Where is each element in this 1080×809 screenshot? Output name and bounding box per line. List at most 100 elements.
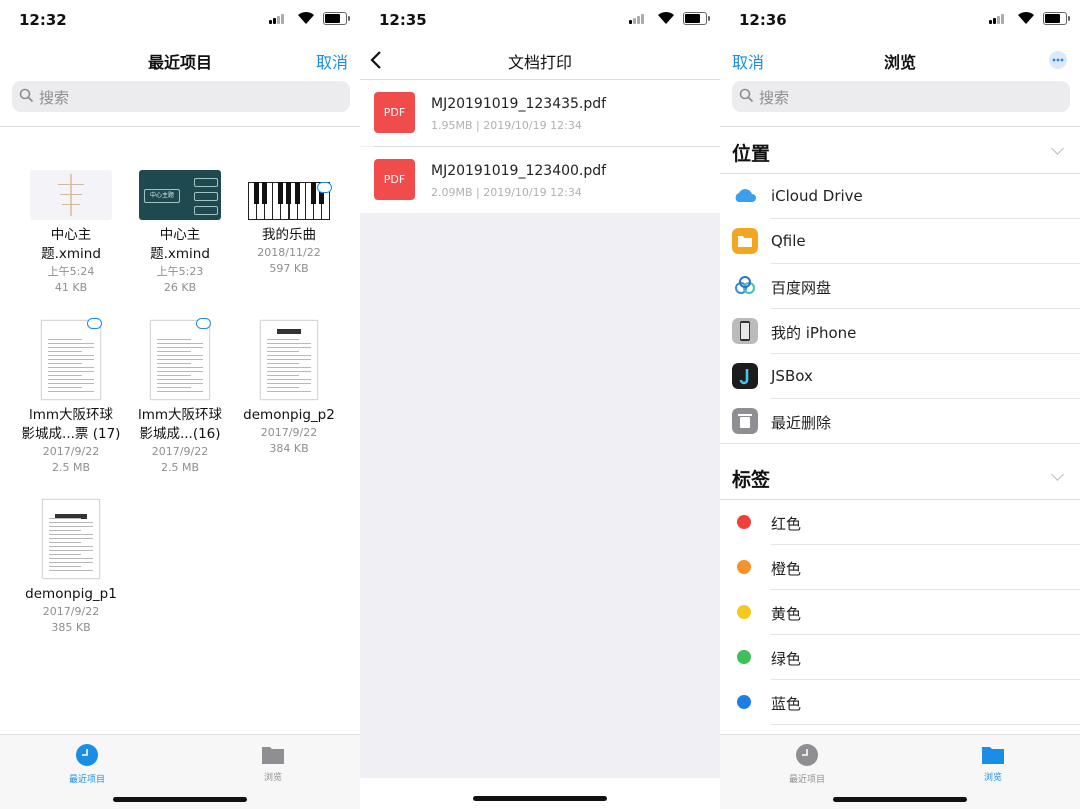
- wifi-icon: [1018, 11, 1034, 24]
- text-line: [267, 367, 311, 368]
- text-line: [267, 355, 311, 356]
- file-item[interactable]: 我的乐曲 2018/11/22 597 KB: [234, 170, 344, 277]
- text-line: [157, 379, 203, 380]
- icloud-download-icon: [196, 318, 211, 329]
- tab-recents[interactable]: 最近项目: [757, 743, 857, 785]
- bottom-area: [360, 778, 720, 809]
- file-name: lmm大阪环球 影城成...(16): [137, 407, 223, 442]
- text-line: [48, 351, 82, 352]
- location-jsbox[interactable]: JSBox: [720, 354, 1080, 399]
- tab-recents[interactable]: 最近项目: [37, 743, 137, 785]
- text-line: [267, 363, 299, 364]
- folder-screen: 12:35 文档打印 PDF MJ20191019_123435.pdf 1.9…: [360, 0, 720, 809]
- cellular-signal-icon: [989, 14, 1004, 24]
- tab-browse[interactable]: 浏览: [943, 743, 1043, 783]
- folder-icon: [982, 747, 1004, 764]
- status-time: 12:36: [739, 11, 787, 29]
- home-indicator: [473, 796, 607, 801]
- battery-icon: [683, 12, 710, 25]
- file-item[interactable]: demonpig_p2 2017/9/22 384 KB: [234, 320, 344, 457]
- tab-bar: 最近项目 浏览: [720, 734, 1080, 809]
- search-input[interactable]: 搜索: [732, 81, 1070, 112]
- file-item[interactable]: lmm大阪环球 影城成...票 (17) 2017/9/22 2.5 MB: [16, 318, 126, 476]
- text-line: [49, 554, 81, 555]
- search-input[interactable]: 搜索: [12, 81, 350, 112]
- text-line: [49, 570, 93, 571]
- wifi-icon: [658, 11, 674, 24]
- tag-blue[interactable]: 蓝色: [720, 680, 1080, 725]
- page-title: 最近项目: [147, 53, 212, 72]
- text-line: [49, 534, 93, 535]
- text-line: [49, 558, 93, 559]
- text-line: [267, 351, 299, 352]
- tab-browse[interactable]: 浏览: [223, 743, 323, 783]
- file-item[interactable]: demonpig_p1 2017/9/22 385 KB: [16, 499, 126, 636]
- file-size: 2.5 MB: [160, 461, 200, 474]
- location-my-iphone[interactable]: 我的 iPhone: [720, 309, 1080, 354]
- file-size: 385 KB: [51, 621, 91, 634]
- file-size: 384 KB: [269, 442, 309, 455]
- text-line: [48, 379, 94, 380]
- text-line: [157, 339, 191, 340]
- location-baidu-netdisk[interactable]: 百度网盘: [720, 264, 1080, 309]
- tag-green[interactable]: 绿色: [720, 635, 1080, 680]
- file-item[interactable]: 中心主题 中心主 题.xmind 上午5:23 26 KB: [125, 170, 235, 296]
- status-bar: 12:32: [0, 0, 360, 38]
- text-line: [157, 371, 203, 372]
- page-title: 浏览: [883, 53, 916, 72]
- tag-yellow[interactable]: 黄色: [720, 590, 1080, 635]
- file-item[interactable]: lmm大阪环球 影城成...(16) 2017/9/22 2.5 MB: [125, 318, 235, 476]
- location-icloud-drive[interactable]: iCloud Drive: [720, 174, 1080, 219]
- text-line: [49, 542, 81, 543]
- file-name: 中心主 题.xmind: [41, 227, 101, 262]
- location-qfile[interactable]: Qfile: [720, 219, 1080, 264]
- tab-label: 浏览: [263, 773, 282, 783]
- mindmap-thumbnail: [30, 170, 112, 220]
- file-date: 2017/9/22: [151, 445, 209, 458]
- file-item[interactable]: 中心主 题.xmind 上午5:24 41 KB: [16, 170, 126, 296]
- document-thumbnail: [42, 499, 100, 579]
- location-recently-deleted[interactable]: 最近删除: [720, 399, 1080, 444]
- status-time: 12:35: [379, 11, 427, 29]
- divider: [720, 126, 1080, 127]
- file-date: 上午5:24: [47, 265, 95, 278]
- tab-bar: 最近项目 浏览: [0, 734, 360, 809]
- locations-header: 位置: [732, 143, 771, 165]
- tag-red[interactable]: 红色: [720, 500, 1080, 545]
- file-name: MJ20191019_123400.pdf: [431, 163, 607, 179]
- more-options-icon[interactable]: [1048, 50, 1068, 70]
- text-line: [157, 359, 203, 360]
- text-line: [49, 550, 93, 551]
- tag-label: 黄色: [771, 605, 802, 623]
- piano-black-key: [254, 182, 259, 204]
- trash-icon: [732, 408, 758, 434]
- file-date: 2017/9/22: [260, 426, 318, 439]
- search-icon: [19, 88, 34, 103]
- document-thumbnail: [260, 320, 318, 400]
- baidu-netdisk-icon: [735, 276, 755, 294]
- text-line: [48, 359, 94, 360]
- text-line: [49, 538, 93, 539]
- text-line: [48, 387, 82, 388]
- home-indicator: [833, 797, 967, 802]
- tag-label: 橙色: [771, 560, 802, 578]
- chevron-down-icon[interactable]: [1051, 468, 1064, 481]
- status-bar: 12:35: [360, 0, 720, 38]
- folder-icon: [262, 747, 284, 764]
- list-item[interactable]: PDF MJ20191019_123400.pdf 2.09MB | 2019/…: [360, 147, 720, 213]
- file-date: 2018/11/22: [257, 246, 321, 259]
- cancel-button[interactable]: 取消: [316, 49, 348, 73]
- pdf-icon: PDF: [374, 159, 415, 200]
- text-line: [48, 391, 94, 392]
- file-name: 我的乐曲: [262, 227, 316, 243]
- list-item[interactable]: PDF MJ20191019_123435.pdf 1.95MB | 2019/…: [360, 80, 720, 146]
- text-line: [49, 546, 93, 547]
- chevron-down-icon[interactable]: [1051, 142, 1064, 155]
- text-line: [157, 355, 203, 356]
- text-line: [49, 518, 81, 519]
- file-name: 中心主 题.xmind: [150, 227, 210, 262]
- piano-thumbnail: [248, 170, 332, 220]
- tag-orange[interactable]: 橙色: [720, 545, 1080, 590]
- text-line: [157, 391, 203, 392]
- text-line: [49, 526, 93, 527]
